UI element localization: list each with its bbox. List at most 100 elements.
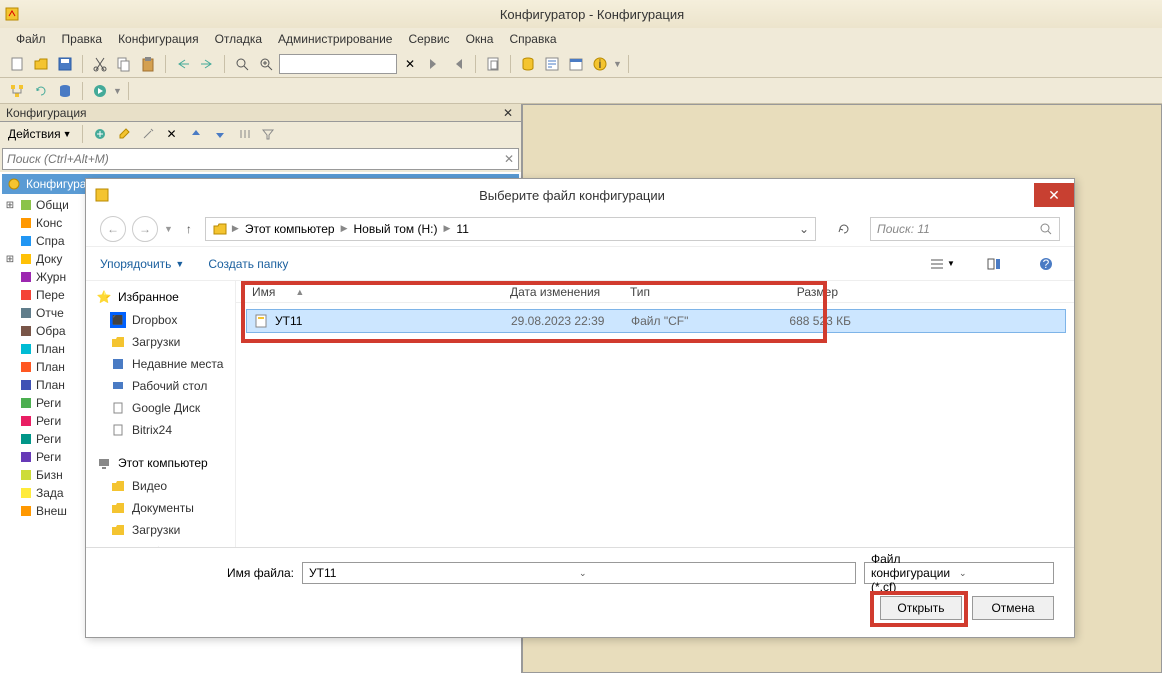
actions-dropdown[interactable]: Действия▼ <box>4 125 76 143</box>
crumb-folder[interactable]: 11 <box>454 222 470 236</box>
menu-debug[interactable]: Отладка <box>209 30 268 48</box>
sidebar-item-dropbox[interactable]: ⬛Dropbox <box>86 309 235 331</box>
panel-toolbar: Действия▼ ✕ <box>0 122 521 146</box>
folder-icon <box>212 221 228 237</box>
dialog-search[interactable]: Поиск: 11 <box>870 217 1060 241</box>
tb-copy-icon[interactable] <box>113 53 135 75</box>
sidebar-item-downloads2[interactable]: Загрузки <box>86 519 235 541</box>
view-preview-icon[interactable] <box>980 253 1008 275</box>
dialog-title: Выберите файл конфигурации <box>110 188 1034 203</box>
path-bar[interactable]: ▶ Этот компьютер ▶ Новый том (H:) ▶ 11 ⌄ <box>205 217 816 241</box>
tb-db-icon[interactable] <box>517 53 539 75</box>
path-dropdown-icon[interactable]: ⌄ <box>799 222 809 236</box>
cancel-button[interactable]: Отмена <box>972 596 1054 620</box>
svg-text:i: i <box>599 57 602 71</box>
ptb-up-icon[interactable] <box>185 123 207 145</box>
dialog-close-icon[interactable]: ✕ <box>1034 183 1074 207</box>
menu-windows[interactable]: Окна <box>460 30 500 48</box>
dialog-toolbar: Упорядочить▼ Создать папку ▼ ? <box>86 247 1074 281</box>
tb-calendar-icon[interactable] <box>565 53 587 75</box>
search-icon <box>1039 222 1053 236</box>
file-list[interactable]: Имя▲ Дата изменения Тип Размер УТ11 29.0… <box>236 281 1074 547</box>
filetype-select[interactable]: Файл конфигурации (*.cf)⌄ <box>864 562 1054 584</box>
new-folder-button[interactable]: Создать папку <box>208 257 288 271</box>
crumb-vol[interactable]: Новый том (H:) <box>352 222 440 236</box>
highlight-annotation <box>870 591 968 627</box>
window-title: Конфигуратор - Конфигурация <box>26 7 1158 22</box>
sidebar-item-documents[interactable]: Документы <box>86 497 235 519</box>
star-icon: ⭐ <box>96 289 112 305</box>
nav-back-icon[interactable]: ← <box>100 216 126 242</box>
nav-refresh-icon[interactable] <box>832 217 856 241</box>
tb-doc-icon[interactable] <box>482 53 504 75</box>
tb-paste-icon[interactable] <box>137 53 159 75</box>
tb-new-icon[interactable] <box>6 53 28 75</box>
panel-title-bar: Конфигурация ✕ <box>0 104 521 122</box>
dialog-icon <box>94 187 110 203</box>
panel-search-input[interactable] <box>7 152 504 166</box>
filename-label: Имя файла: <box>226 566 294 580</box>
help-icon[interactable]: ? <box>1032 253 1060 275</box>
menu-service[interactable]: Сервис <box>402 30 455 48</box>
second-toolbar: ▼ <box>0 78 1162 104</box>
tb-syntax-icon[interactable] <box>541 53 563 75</box>
ptb-wand-icon[interactable] <box>137 123 159 145</box>
tb-zoom-icon[interactable] <box>255 53 277 75</box>
file-icon <box>110 400 126 416</box>
menu-file[interactable]: Файл <box>10 30 52 48</box>
sidebar-item-gdrive[interactable]: Google Диск <box>86 397 235 419</box>
crumb-root[interactable]: Этот компьютер <box>243 222 337 236</box>
ptb-sort-icon[interactable] <box>233 123 255 145</box>
panel-search[interactable]: ✕ <box>2 148 519 170</box>
file-icon <box>110 422 126 438</box>
ptb-delete-icon[interactable]: ✕ <box>161 123 183 145</box>
tb-info-icon[interactable]: i <box>589 53 611 75</box>
recent-icon <box>110 356 126 372</box>
tb-open-icon[interactable] <box>30 53 52 75</box>
sidebar-item-recent[interactable]: Недавние места <box>86 353 235 375</box>
tb-next-icon[interactable] <box>423 53 445 75</box>
pc-icon <box>96 455 112 471</box>
panel-title: Конфигурация <box>6 106 87 120</box>
tb-undo-icon[interactable] <box>172 53 194 75</box>
search-clear-icon[interactable]: ✕ <box>504 152 514 166</box>
tb-play-icon[interactable] <box>89 80 111 102</box>
organize-dropdown[interactable]: Упорядочить▼ <box>100 257 184 271</box>
tb-clear-icon[interactable]: ✕ <box>399 53 421 75</box>
folder-icon <box>110 500 126 516</box>
tb-save-icon[interactable] <box>54 53 76 75</box>
sidebar-item-desktop[interactable]: Рабочий стол <box>86 375 235 397</box>
menu-admin[interactable]: Администрирование <box>272 30 398 48</box>
favorites-header[interactable]: ⭐Избранное <box>86 285 235 309</box>
tb-prev-icon[interactable] <box>447 53 469 75</box>
menu-config[interactable]: Конфигурация <box>112 30 205 48</box>
tb-dbupdate-icon[interactable] <box>54 80 76 102</box>
desktop-icon <box>110 378 126 394</box>
view-details-icon[interactable]: ▼ <box>928 253 956 275</box>
sidebar-item-bitrix[interactable]: Bitrix24 <box>86 419 235 441</box>
sidebar-item-video[interactable]: Видео <box>86 475 235 497</box>
folder-icon <box>110 478 126 494</box>
ptb-down-icon[interactable] <box>209 123 231 145</box>
nav-forward-icon[interactable]: → <box>132 216 158 242</box>
tb-refresh-icon[interactable] <box>30 80 52 102</box>
ptb-filter-icon[interactable] <box>257 123 279 145</box>
menu-help[interactable]: Справка <box>503 30 562 48</box>
ptb-add-icon[interactable] <box>89 123 111 145</box>
thispc-header[interactable]: Этот компьютер <box>86 451 235 475</box>
main-title-bar: Конфигуратор - Конфигурация <box>0 0 1162 28</box>
panel-close-icon[interactable]: ✕ <box>501 106 515 120</box>
filename-input[interactable]: УТ11⌄ <box>302 562 856 584</box>
nav-up-icon[interactable]: ↑ <box>179 219 199 239</box>
ptb-edit-icon[interactable] <box>113 123 135 145</box>
menu-edit[interactable]: Правка <box>56 30 109 48</box>
menu-bar: Файл Правка Конфигурация Отладка Админис… <box>0 28 1162 50</box>
sidebar-item-downloads[interactable]: Загрузки <box>86 331 235 353</box>
tb-redo-icon[interactable] <box>196 53 218 75</box>
tb-find-icon[interactable] <box>231 53 253 75</box>
dialog-title-bar: Выберите файл конфигурации ✕ <box>86 179 1074 211</box>
tb-cut-icon[interactable] <box>89 53 111 75</box>
tb-struct-icon[interactable] <box>6 80 28 102</box>
tb-search-input[interactable] <box>279 54 397 74</box>
sidebar[interactable]: ⭐Избранное ⬛Dropbox Загрузки Недавние ме… <box>86 281 236 547</box>
